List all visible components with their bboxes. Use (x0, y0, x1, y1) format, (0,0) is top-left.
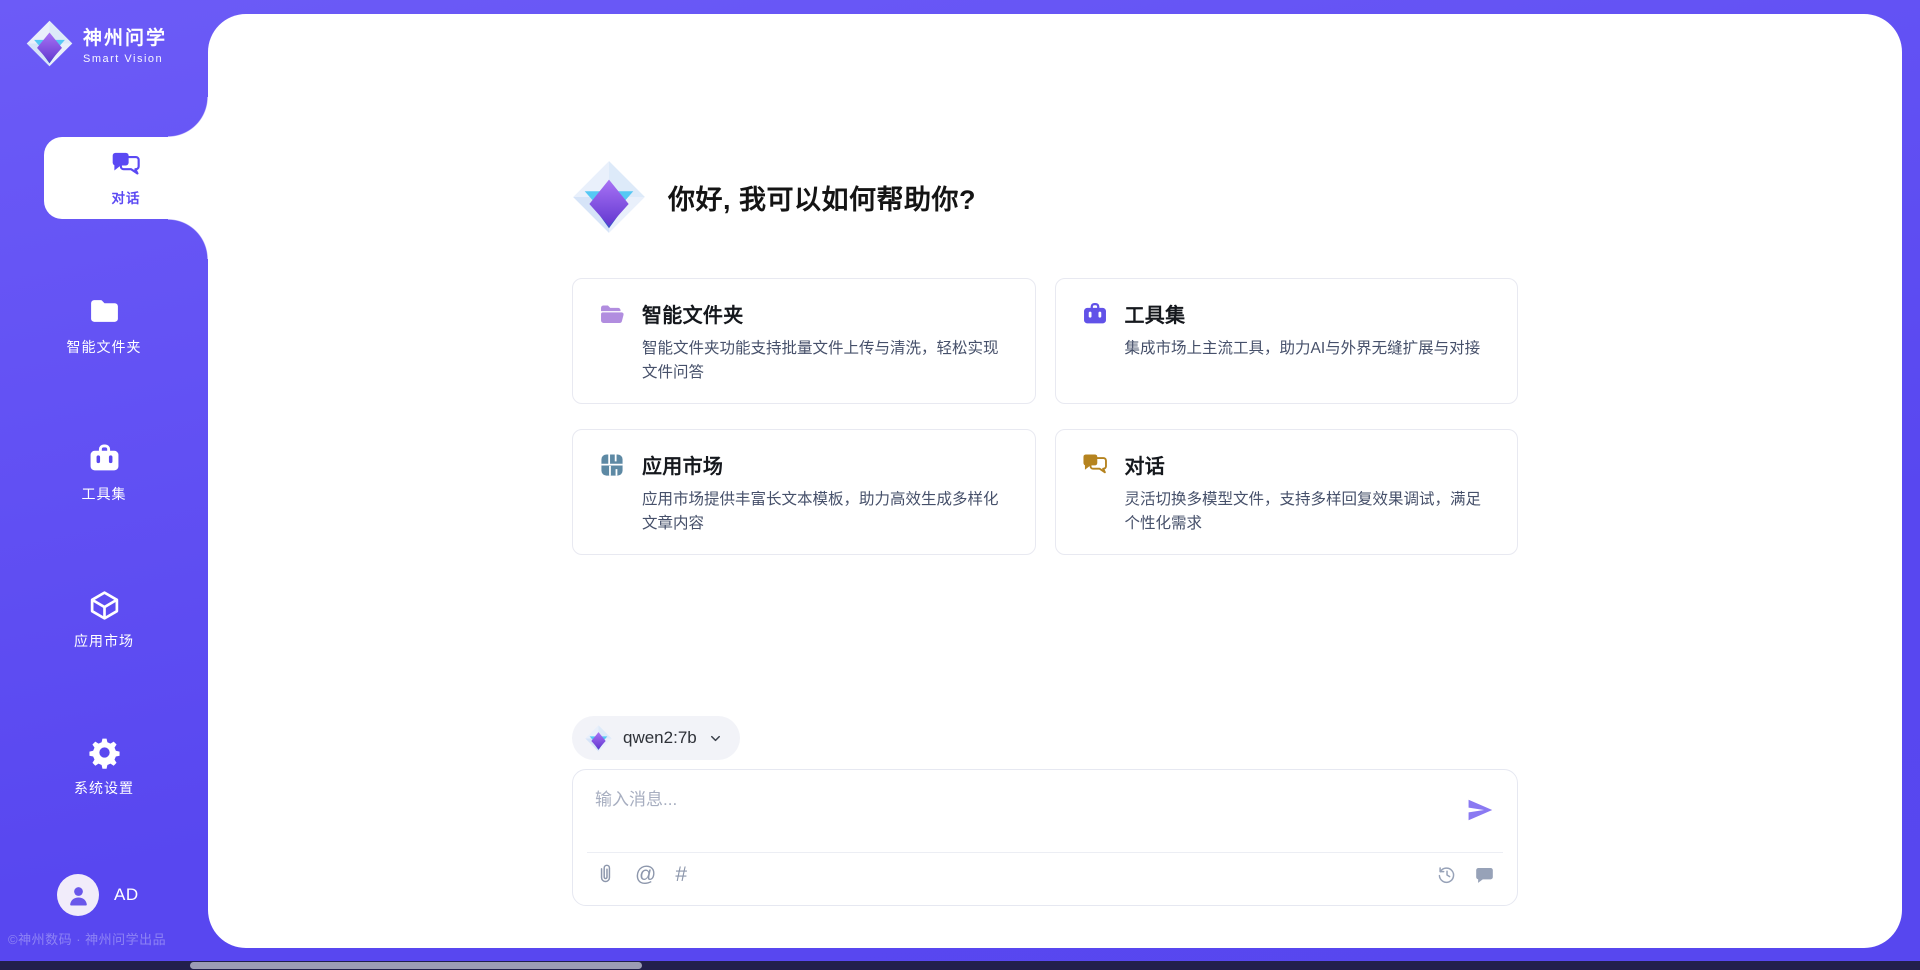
chevron-down-icon (708, 731, 723, 746)
folder-icon (88, 295, 121, 328)
cube-icon (88, 589, 121, 622)
model-selector[interactable]: qwen2:7b (572, 716, 740, 760)
at-icon: @ (635, 864, 656, 885)
chat-bubbles-icon (1082, 452, 1108, 478)
sidebar-item-label: 系统设置 (74, 778, 134, 798)
model-name: qwen2:7b (623, 728, 697, 748)
card-description: 智能文件夹功能支持批量文件上传与清洗，轻松实现文件问答 (642, 337, 1009, 385)
sidebar-item-label: 工具集 (82, 484, 127, 504)
app-title: 神州问学 (83, 23, 167, 50)
card-head: 对话 (1082, 450, 1492, 479)
app-logo: 神州问学 Smart Vision (26, 20, 167, 67)
brand-gem-icon (26, 20, 73, 67)
card-description: 应用市场提供丰富长文本模板，助力高效生成多样化文章内容 (642, 488, 1009, 536)
send-button[interactable] (1465, 796, 1495, 826)
hash-icon: # (675, 864, 687, 885)
app-logo-text: 神州问学 Smart Vision (83, 23, 167, 65)
card-head: 应用市场 (599, 450, 1009, 479)
greeting-title: 你好, 我可以如何帮助你? (668, 178, 976, 217)
message-input[interactable] (595, 785, 1435, 843)
sidebar-item-label: 对话 (112, 187, 141, 207)
card-title: 工具集 (1125, 299, 1186, 328)
avatar (57, 874, 99, 916)
hashtag-button[interactable]: # (675, 864, 687, 885)
paperclip-icon (595, 864, 616, 885)
mention-button[interactable]: @ (635, 864, 656, 885)
card-title: 对话 (1125, 450, 1166, 479)
copyright: ©神州数码 · 神州问学出品 (8, 929, 166, 948)
chat-icon (111, 150, 141, 180)
sidebar-item-toolbox[interactable]: 工具集 (24, 442, 184, 504)
sidebar-item-label: 智能文件夹 (67, 337, 142, 357)
toolbox-icon (88, 442, 121, 475)
quick-reply-button[interactable] (1474, 864, 1495, 885)
sidebar-item-smart-folder[interactable]: 智能文件夹 (24, 295, 184, 357)
person-icon (66, 883, 91, 908)
greeting-block: 你好, 我可以如何帮助你? (572, 160, 976, 234)
card-toolbox[interactable]: 工具集 集成市场上主流工具，助力AI与外界无缝扩展与对接 (1055, 278, 1519, 404)
sidebar-item-chat[interactable]: 对话 (44, 137, 208, 219)
main-panel: 你好, 我可以如何帮助你? 智能文件夹 智能文件夹功能支持批量文件上传与清洗，轻… (208, 14, 1902, 948)
card-head: 智能文件夹 (599, 299, 1009, 328)
card-description: 集成市场上主流工具，助力AI与外界无缝扩展与对接 (1125, 337, 1492, 361)
gear-icon (88, 736, 121, 769)
horizontal-scrollbar[interactable] (0, 961, 1920, 970)
brand-gem-icon (572, 160, 646, 234)
sidebar-item-label: 应用市场 (74, 631, 134, 651)
composer: @ # (572, 769, 1518, 906)
composer-tools-left: @ # (595, 864, 687, 885)
composer-tools-right (1436, 864, 1495, 885)
app-root: 神州问学 Smart Vision 对话 智能文件夹 工具集 (0, 0, 1920, 970)
briefcase-icon (1082, 301, 1108, 327)
app-subtitle: Smart Vision (83, 53, 167, 65)
history-button[interactable] (1436, 864, 1457, 885)
brand-gem-icon (585, 725, 612, 752)
card-description: 灵活切换多模型文件，支持多样回复效果调试，满足个性化需求 (1125, 488, 1492, 536)
scrollbar-thumb[interactable] (190, 962, 642, 969)
feature-cards: 智能文件夹 智能文件夹功能支持批量文件上传与清洗，轻松实现文件问答 工具集 集成… (572, 278, 1518, 555)
user-initials: AD (114, 885, 139, 905)
app-grid-icon (599, 452, 625, 478)
card-app-market[interactable]: 应用市场 应用市场提供丰富长文本模板，助力高效生成多样化文章内容 (572, 429, 1036, 555)
card-smart-folder[interactable]: 智能文件夹 智能文件夹功能支持批量文件上传与清洗，轻松实现文件问答 (572, 278, 1036, 404)
composer-divider (587, 852, 1503, 853)
attach-file-button[interactable] (595, 864, 616, 885)
card-title: 应用市场 (642, 450, 723, 479)
user-profile[interactable]: AD (57, 874, 139, 916)
send-icon (1466, 796, 1494, 824)
speech-bubble-icon (1474, 864, 1495, 885)
sidebar-item-settings[interactable]: 系统设置 (24, 736, 184, 798)
card-head: 工具集 (1082, 299, 1492, 328)
card-title: 智能文件夹 (642, 299, 744, 328)
history-icon (1436, 864, 1457, 885)
sidebar-item-app-market[interactable]: 应用市场 (24, 589, 184, 651)
card-chat[interactable]: 对话 灵活切换多模型文件，支持多样回复效果调试，满足个性化需求 (1055, 429, 1519, 555)
open-folder-icon (599, 301, 625, 327)
